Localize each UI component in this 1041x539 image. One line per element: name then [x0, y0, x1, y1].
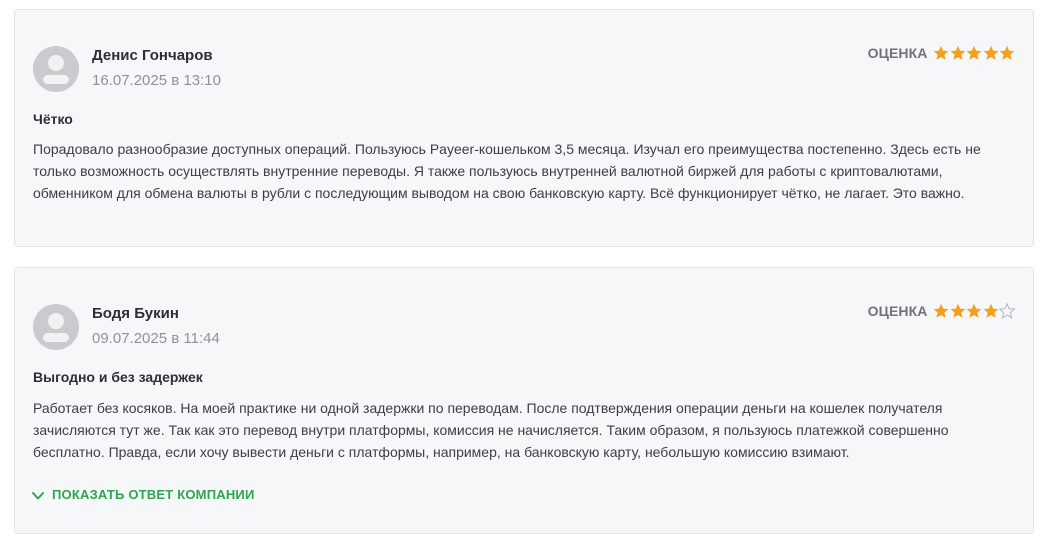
review-card: Денис Гончаров 16.07.2025 в 13:10 ОЦЕНКА… — [14, 9, 1034, 247]
star-filled-icon — [950, 303, 965, 318]
review-card: Бодя Букин 09.07.2025 в 11:44 ОЦЕНКА Выг… — [14, 267, 1034, 534]
review-date: 16.07.2025 в 13:10 — [92, 72, 221, 89]
review-title: Выгодно и без задержек — [33, 369, 203, 385]
star-filled-icon — [966, 303, 982, 318]
star-filled-icon — [966, 45, 982, 60]
rating-label: ОЦЕНКА — [867, 45, 928, 61]
star-filled-icon — [999, 45, 1015, 60]
star-empty-icon — [999, 303, 1015, 319]
avatar — [33, 304, 79, 350]
author-name[interactable]: Денис Гончаров — [92, 47, 213, 64]
rating-stars — [933, 45, 1016, 61]
chevron-down-icon — [32, 492, 44, 500]
rating-label: ОЦЕНКА — [867, 303, 928, 319]
review-title: Чётко — [33, 111, 73, 127]
author-name[interactable]: Бодя Букин — [92, 305, 179, 322]
rating-stars — [933, 303, 1015, 319]
review-text: Работает без косяков. На моей практике н… — [33, 400, 949, 460]
user-avatar-icon — [43, 55, 69, 84]
show-company-reply-button[interactable]: ПОКАЗАТЬ ОТВЕТ КОМПАНИИ — [31, 486, 255, 503]
review-date: 09.07.2025 в 11:44 — [92, 330, 220, 347]
rating: ОЦЕНКА — [868, 303, 1015, 319]
avatar — [33, 46, 79, 92]
star-filled-icon — [983, 303, 998, 318]
star-filled-icon — [983, 45, 998, 60]
rating: ОЦЕНКА — [868, 45, 1015, 61]
review-text: Порадовало разнообразие доступных операц… — [33, 141, 981, 201]
user-avatar-icon — [43, 313, 69, 342]
star-filled-icon — [950, 45, 965, 60]
star-filled-icon — [933, 303, 949, 318]
show-company-reply-label: ПОКАЗАТЬ ОТВЕТ КОМПАНИИ — [52, 487, 255, 502]
star-filled-icon — [933, 45, 949, 60]
